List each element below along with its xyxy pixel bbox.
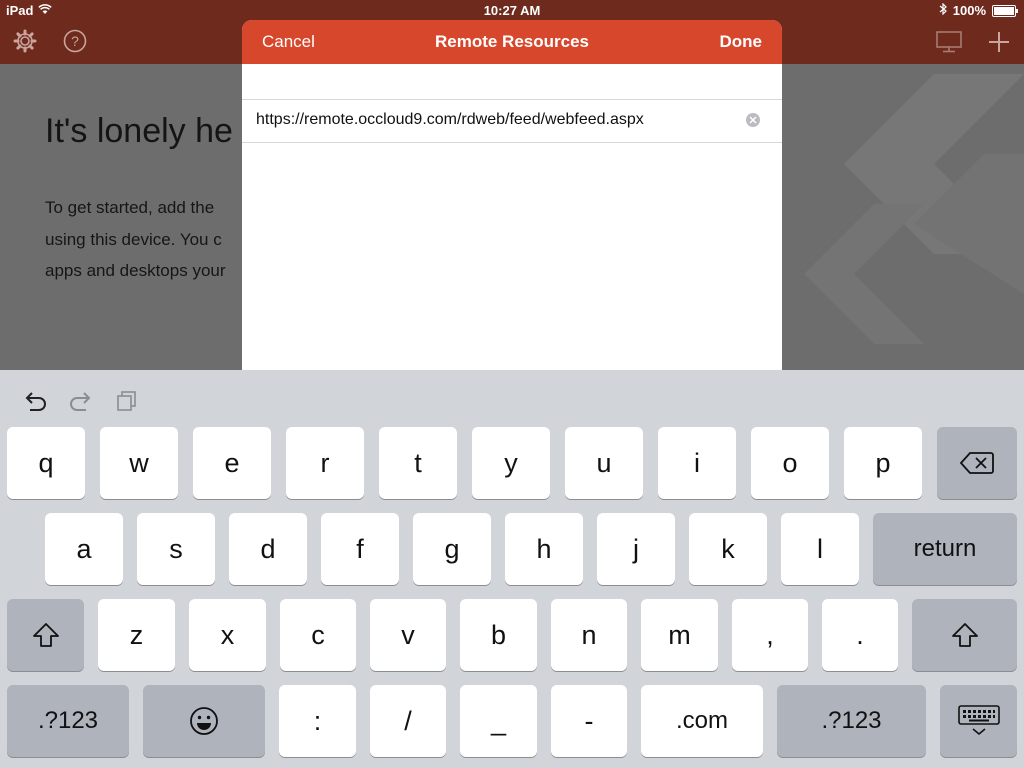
shift-icon [32,623,59,647]
emoji-icon [190,707,218,735]
dotcom-key-label: .com [675,707,728,734]
key-p[interactable]: p [844,427,922,499]
key-r[interactable]: r [286,427,364,499]
gear-icon[interactable] [13,29,37,58]
key-k[interactable]: k [689,513,767,585]
plus-icon[interactable] [988,31,1010,58]
dismiss-keyboard-key[interactable] [940,685,1017,757]
dialog-title: Remote Resources [434,32,589,51]
numbers-key-right[interactable]: .?123 [777,685,926,757]
shift-key-right[interactable] [912,599,1017,671]
return-key-label: return [913,535,977,562]
paste-icon[interactable] [116,390,138,417]
battery-icon [992,4,1018,17]
help-icon[interactable]: ? [63,29,87,58]
empty-state-line-1: To get started, add the [45,198,215,217]
svg-text:?: ? [71,33,79,49]
key-colon[interactable]: : [279,685,356,757]
key-y[interactable]: y [472,427,550,499]
empty-state-line-2: using this device. You c [45,230,222,249]
key-period[interactable]: . [822,599,898,671]
emoji-key[interactable] [143,685,265,757]
onscreen-keyboard: q w e r t y u i o p a s d f g h j k l re… [0,370,1024,768]
empty-state-heading: It's lonely he [45,112,233,150]
key-j[interactable]: j [597,513,675,585]
status-bar: iPad 10:27 AM 100% [0,0,1024,20]
background-pattern-icon [804,74,1024,344]
bluetooth-icon [939,2,947,18]
key-underscore[interactable]: _ [460,685,537,757]
dialog-nav-bar: Cancel Remote Resources Done [242,20,782,64]
undo-icon[interactable] [22,390,48,417]
battery-percent: 100% [952,3,986,18]
shift-icon [951,623,978,647]
desktop-icon[interactable] [936,31,962,58]
remote-resources-dialog: Cancel Remote Resources Done [242,20,782,370]
empty-state-line-3: apps and desktops your [45,261,226,280]
dialog-spacer [242,64,782,99]
key-l[interactable]: l [781,513,859,585]
key-slash[interactable]: / [370,685,446,757]
key-c[interactable]: c [280,599,356,671]
dismiss-keyboard-icon [957,705,1000,736]
key-n[interactable]: n [551,599,627,671]
key-dash[interactable]: - [551,685,627,757]
key-v[interactable]: v [370,599,446,671]
key-a[interactable]: a [45,513,123,585]
key-o[interactable]: o [751,427,829,499]
clear-text-icon[interactable] [746,113,760,127]
key-q[interactable]: q [7,427,85,499]
backspace-key[interactable] [937,427,1017,499]
redo-icon[interactable] [68,390,94,417]
key-m[interactable]: m [641,599,718,671]
shift-key-left[interactable] [7,599,84,671]
status-time: 10:27 AM [483,3,541,18]
key-u[interactable]: u [565,427,643,499]
key-i[interactable]: i [658,427,736,499]
key-h[interactable]: h [505,513,583,585]
key-t[interactable]: t [379,427,457,499]
numbers-key-left[interactable]: .?123 [7,685,129,757]
url-field-row [242,99,782,143]
key-e[interactable]: e [193,427,271,499]
key-w[interactable]: w [100,427,178,499]
key-comma[interactable]: , [732,599,808,671]
key-f[interactable]: f [321,513,399,585]
feed-url-input[interactable] [256,108,736,132]
key-g[interactable]: g [413,513,491,585]
key-s[interactable]: s [137,513,215,585]
key-b[interactable]: b [460,599,537,671]
return-key[interactable]: return [873,513,1017,585]
dotcom-key[interactable]: .com [641,685,763,757]
key-x[interactable]: x [189,599,266,671]
backspace-icon [960,452,994,474]
done-button[interactable]: Done [720,32,763,52]
numbers-key-label: .?123 [37,707,99,734]
key-z[interactable]: z [98,599,175,671]
key-d[interactable]: d [229,513,307,585]
numbers-key-label: .?123 [821,707,882,734]
